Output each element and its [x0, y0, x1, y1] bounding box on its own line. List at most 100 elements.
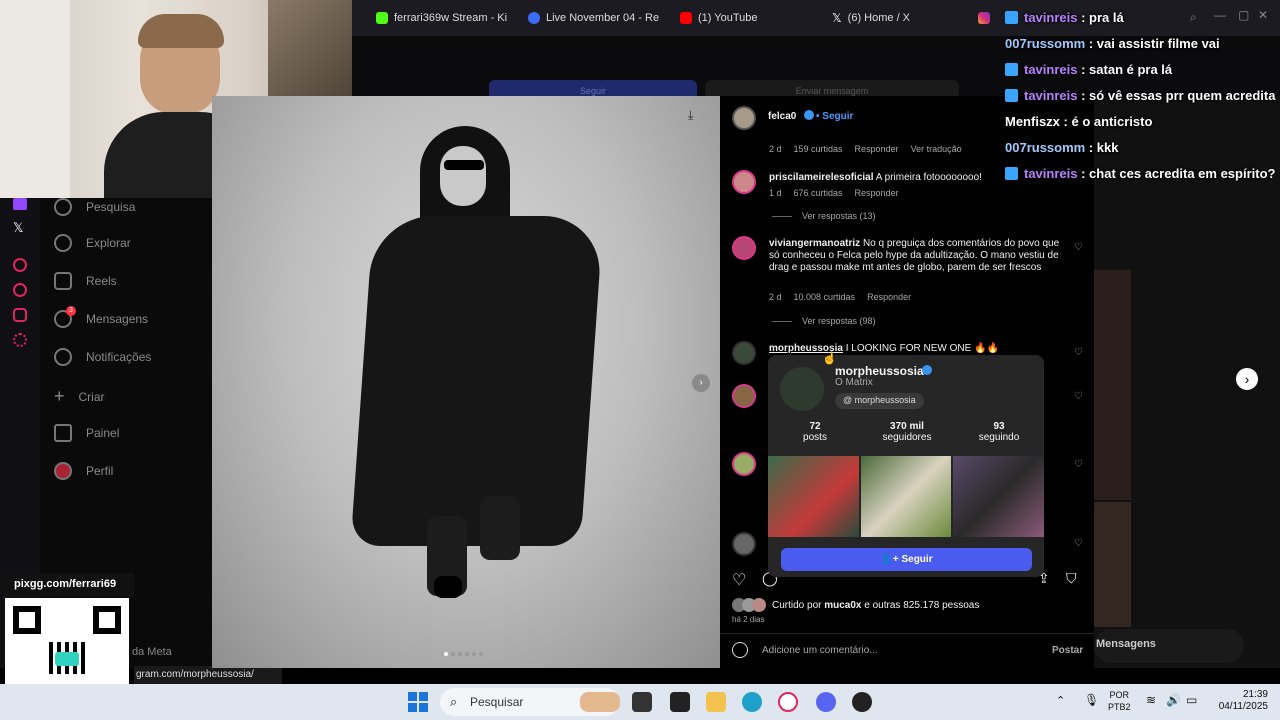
avatar[interactable]: [732, 170, 756, 194]
translate-link[interactable]: Ver tradução: [911, 144, 962, 154]
x-icon[interactable]: 𝕏: [13, 220, 23, 236]
figure-leg: [480, 496, 520, 560]
next-post-arrow-icon[interactable]: ›: [1236, 368, 1258, 390]
heart-icon[interactable]: ♡: [1074, 347, 1084, 358]
comment-input[interactable]: Adicione um comentário...: [762, 645, 878, 656]
nav-reels[interactable]: Reels: [54, 272, 117, 290]
stat-posts: 72 posts: [803, 421, 827, 443]
kick-icon: [376, 12, 388, 24]
subscriber-badge-icon: [1005, 89, 1018, 102]
nav-explore[interactable]: Explorar: [54, 234, 131, 252]
obs-icon[interactable]: [852, 692, 872, 712]
clock-icon[interactable]: [13, 283, 27, 297]
capcut-icon[interactable]: [670, 692, 690, 712]
meta-footer: da Meta: [132, 646, 172, 658]
browser-tab-active[interactable]: [978, 8, 1002, 28]
reply-link[interactable]: Responder: [867, 292, 911, 302]
avatar[interactable]: [732, 452, 756, 476]
search-highlight-image: [580, 692, 620, 712]
download-icon[interactable]: ⤓: [688, 108, 693, 123]
chat-message: tavinreis : só vê essas prr quem acredit…: [1005, 88, 1275, 103]
heart-icon[interactable]: ♡: [1074, 538, 1084, 549]
pixgg-url: pixgg.com/ferrari69: [0, 573, 134, 597]
minimize-icon[interactable]: —: [1214, 8, 1226, 22]
heart-icon[interactable]: ♡: [1074, 242, 1084, 253]
close-icon[interactable]: ✕: [1258, 8, 1268, 22]
settings-icon[interactable]: [13, 333, 27, 347]
nav-search[interactable]: Pesquisa: [54, 198, 135, 216]
reply-link[interactable]: Responder: [855, 188, 899, 198]
file-explorer-icon[interactable]: [706, 692, 726, 712]
view-replies[interactable]: Ver respostas (98): [772, 316, 876, 326]
nav-profile[interactable]: Perfil: [54, 462, 113, 480]
taskbar-app-icon[interactable]: [632, 692, 652, 712]
post-author[interactable]: felca0: [768, 111, 796, 122]
wifi-icon[interactable]: ≋: [1146, 693, 1156, 707]
maximize-icon[interactable]: ▢: [1238, 8, 1249, 22]
avatar: [752, 598, 766, 612]
dot: [451, 652, 455, 656]
hover-username[interactable]: morpheussosia: [835, 364, 924, 378]
browser-tab[interactable]: Live November 04 - Re: [528, 8, 662, 28]
bookmark-icon[interactable]: ⛉: [1066, 570, 1077, 587]
chat-username: tavinreis: [1024, 10, 1078, 25]
twitch-icon[interactable]: [13, 198, 27, 210]
follow-link[interactable]: • Seguir: [816, 111, 853, 122]
chat-text: : pra lá: [1081, 10, 1124, 25]
post-button[interactable]: Postar: [1052, 645, 1083, 656]
hover-follow-button[interactable]: 👤+ Seguir: [781, 548, 1032, 571]
heart-icon[interactable]: ♡: [1074, 391, 1084, 402]
hover-avatar[interactable]: [780, 367, 824, 411]
message-button-behind[interactable]: Enviar mensagem: [705, 80, 959, 96]
stat-following: 93 seguindo: [978, 421, 1020, 443]
discord-icon[interactable]: [816, 692, 836, 712]
clock[interactable]: 21:39 04/11/2025: [1219, 689, 1268, 713]
recent-post-thumbnail[interactable]: [768, 456, 859, 537]
like-icon[interactable]: ♡: [732, 570, 746, 590]
chevron-up-icon[interactable]: ⌃: [1056, 694, 1065, 707]
browser-tab[interactable]: ferrari369w Stream - Ki: [376, 8, 516, 28]
dot: [465, 652, 469, 656]
avatar[interactable]: [732, 341, 756, 365]
reply-link[interactable]: Responder: [855, 144, 899, 154]
opera-icon[interactable]: [778, 692, 798, 712]
volume-icon[interactable]: 🔊: [1166, 693, 1181, 707]
nav-create[interactable]: + Criar: [54, 386, 105, 407]
chat-icon[interactable]: [13, 308, 27, 322]
avatar[interactable]: [732, 236, 756, 260]
edge-icon[interactable]: [742, 692, 762, 712]
windows-start-icon[interactable]: [408, 692, 428, 712]
nav-notifications[interactable]: Notificações: [54, 348, 151, 366]
dot: [458, 652, 462, 656]
subscriber-badge-icon: [1005, 11, 1018, 24]
follow-button-behind[interactable]: Seguir: [489, 80, 697, 96]
avatar[interactable]: [732, 532, 756, 556]
avatar[interactable]: [732, 106, 756, 130]
battery-icon[interactable]: ▭: [1186, 693, 1197, 707]
record-icon[interactable]: [13, 258, 27, 272]
language-indicator[interactable]: POR PTB2: [1108, 689, 1131, 713]
chat-text: : só vê essas prr quem acredita: [1081, 88, 1276, 103]
microphone-icon[interactable]: 🎙: [1084, 693, 1099, 707]
heart-icon[interactable]: ♡: [1074, 459, 1084, 470]
search-icon[interactable]: ⌕: [1190, 10, 1197, 25]
post-photo[interactable]: ⤓ ›: [212, 96, 720, 668]
messages-pill[interactable]: Mensagens: [1094, 629, 1244, 663]
wall-painting: [268, 0, 352, 100]
threads-badge[interactable]: @ morpheussosia: [835, 393, 924, 409]
liked-by: Curtido por muca0x e outras 825.178 pess…: [772, 600, 980, 611]
next-image-arrow-icon[interactable]: ›: [692, 374, 710, 392]
subscriber-badge-icon: [1005, 63, 1018, 76]
view-replies[interactable]: Ver respostas (13): [772, 211, 876, 221]
emoji-icon[interactable]: [732, 642, 748, 658]
nav-dashboard[interactable]: Painel: [54, 424, 119, 442]
browser-tab[interactable]: (1) YouTube: [680, 8, 820, 28]
recent-post-thumbnail[interactable]: [861, 456, 951, 537]
browser-tab[interactable]: 𝕏 (6) Home / X: [832, 8, 972, 28]
avatar[interactable]: [732, 384, 756, 408]
recent-post-thumbnail[interactable]: [953, 456, 1044, 537]
qr-finder: [93, 606, 121, 634]
chat-text: : chat ces acredita em espírito?: [1081, 166, 1276, 181]
hover-fullname: O Matrix: [835, 377, 873, 388]
comment-text: viviangermanoatriz No q preguiça dos com…: [769, 238, 1060, 273]
